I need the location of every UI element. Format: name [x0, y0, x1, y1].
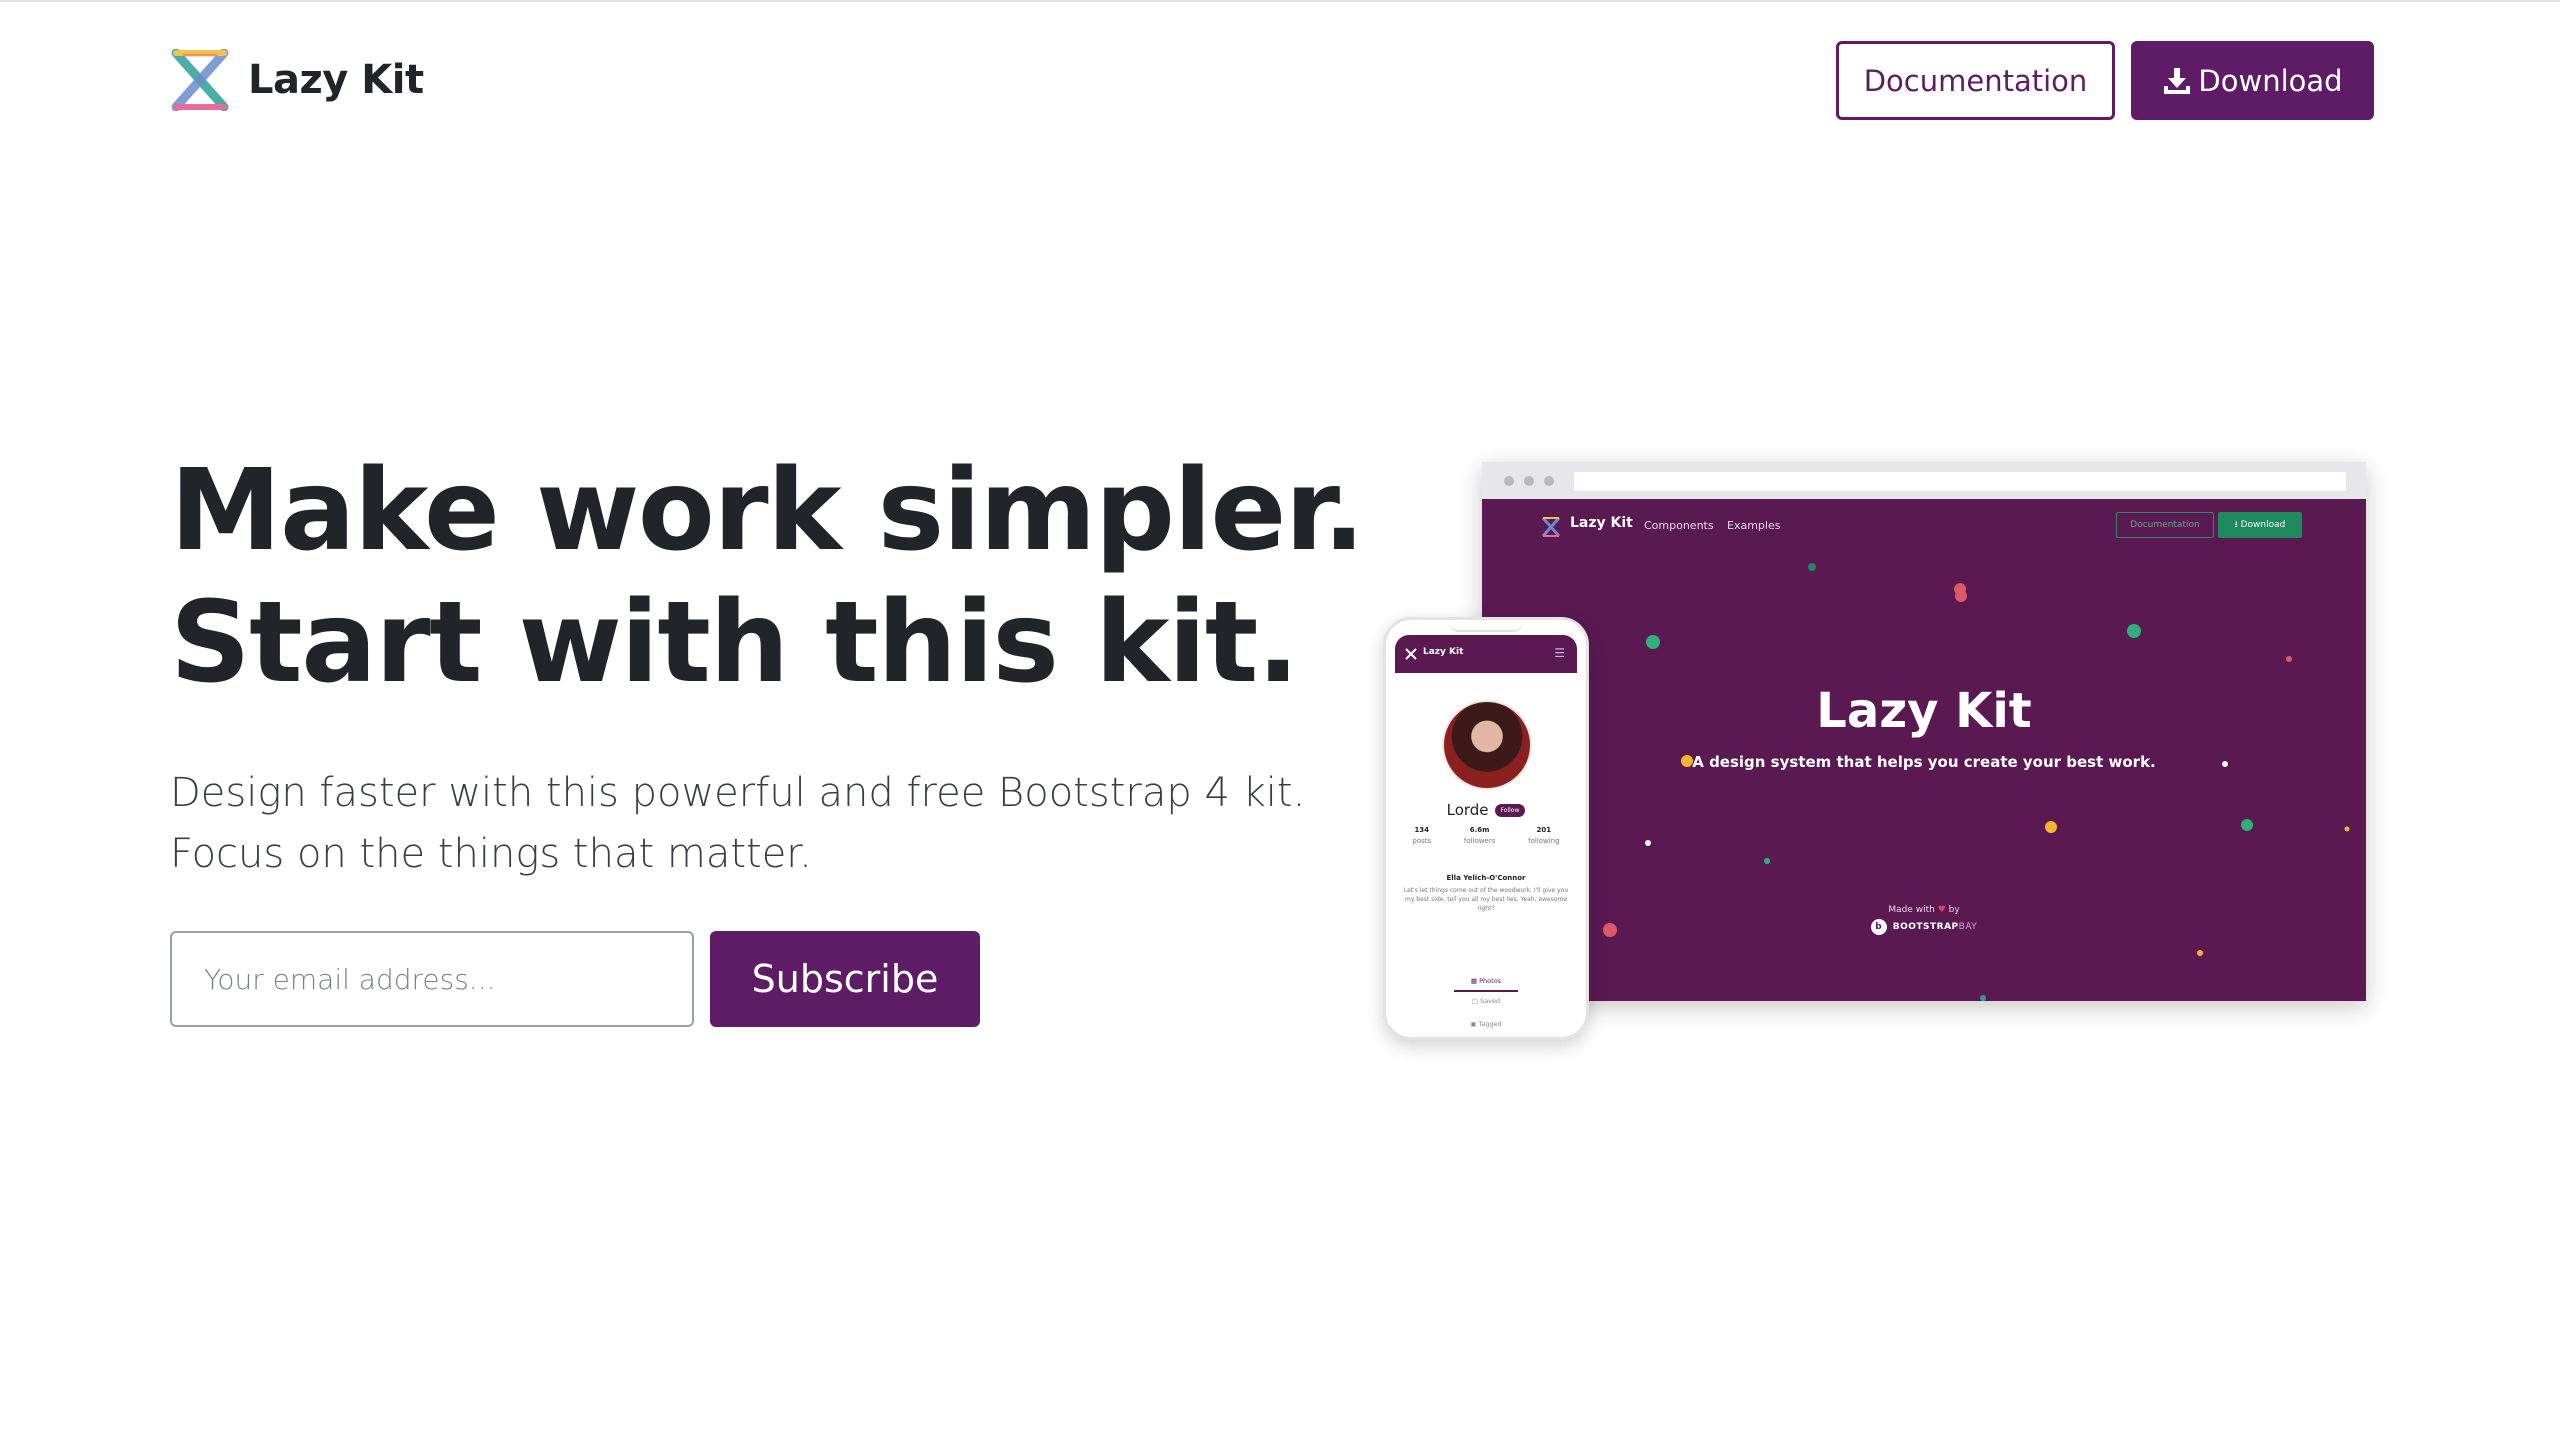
- browser-toolbar: [1482, 462, 2366, 499]
- stat-posts: 134 posts: [1412, 826, 1431, 845]
- tab-tagged-label: Tagged: [1478, 1020, 1502, 1028]
- bootstrapbay-logo: b BOOTSTRAP BAY: [1482, 919, 2366, 935]
- hero-subtitle-line-2: Focus on the things that matter.: [170, 831, 812, 877]
- stat-label: posts: [1412, 837, 1432, 845]
- download-button[interactable]: Download: [2131, 41, 2374, 120]
- window-dot: [1544, 475, 1554, 486]
- browser-preview: Lazy Kit Components Examples Documentati…: [1482, 462, 2366, 1001]
- preview-brand: Lazy Kit: [1570, 515, 1633, 531]
- phone-preview: Lazy Kit ☰ Lorde Follow 134 posts 6.6m f…: [1383, 617, 1589, 1040]
- profile-bio: Let's let things come out of the woodwor…: [1403, 887, 1569, 912]
- profile-stats: 134 posts 6.6m followers 201 following: [1396, 826, 1576, 845]
- subscribe-button[interactable]: Subscribe: [710, 931, 980, 1027]
- preview-nav-examples: Examples: [1727, 519, 1781, 532]
- preview-subtitle: A design system that helps you create yo…: [1692, 753, 2156, 771]
- heart-icon: ♥: [1937, 905, 1946, 915]
- saved-icon: □: [1471, 997, 1481, 1005]
- profile-full-name: Ella Yelich-O'Connor: [1446, 874, 1526, 882]
- hero-subtitle: Design faster with this powerful and fre…: [170, 763, 1350, 885]
- profile-name: Lorde: [1446, 801, 1489, 819]
- preview-download-button: ⭳ Download: [2218, 512, 2302, 538]
- profile-name-row: Lorde Follow: [1386, 801, 1586, 819]
- hamburger-menu-icon: ☰: [1554, 646, 1565, 660]
- phone-logo-icon: [1405, 648, 1417, 660]
- bootstrap-text: BOOTSTRAP: [1892, 922, 1959, 932]
- phone-navbar: Lazy Kit ☰: [1395, 635, 1577, 673]
- url-bar: [1574, 472, 2346, 491]
- hero-subtitle-line-1: Design faster with this powerful and fre…: [170, 770, 1306, 816]
- browser-viewport: Lazy Kit Components Examples Documentati…: [1482, 499, 2366, 1001]
- email-input[interactable]: [170, 931, 694, 1027]
- window-dot: [1524, 475, 1534, 486]
- bay-text: BAY: [1958, 922, 1978, 932]
- preview-title: Lazy Kit: [1816, 683, 2032, 739]
- bootstrapbay-b-icon: b: [1870, 919, 1887, 935]
- tab-photos: ▦ Photos: [1386, 977, 1586, 985]
- stat-value: 201: [1536, 826, 1552, 834]
- preview-documentation-button: Documentation: [2116, 512, 2214, 538]
- active-tab-indicator: [1454, 990, 1518, 992]
- stat-label: followers: [1463, 837, 1496, 845]
- preview-made-with: Made with ♥ by: [1482, 905, 2366, 915]
- download-icon: [2164, 67, 2191, 94]
- preview-nav-components: Components: [1644, 519, 1714, 532]
- stat-value: 6.6m: [1469, 826, 1490, 834]
- top-border: [0, 0, 2560, 2]
- window-dot: [1504, 475, 1514, 486]
- by-text: by: [1948, 905, 1960, 915]
- tab-tagged: ▣ Tagged: [1386, 1020, 1586, 1028]
- tab-saved: □ Saved: [1386, 997, 1586, 1005]
- preview-logo-icon: [1541, 517, 1561, 537]
- tab-saved-label: Saved: [1480, 997, 1501, 1005]
- documentation-button[interactable]: Documentation: [1836, 41, 2115, 120]
- stat-followers: 6.6m followers: [1464, 826, 1495, 845]
- tab-photos-label: Photos: [1479, 977, 1502, 985]
- lazy-kit-logo-icon: [171, 49, 229, 111]
- preview-download-label: Download: [2240, 520, 2286, 530]
- hero-title-line-1: Make work simpler.: [170, 446, 1365, 576]
- hero-title: Make work simpler. Start with this kit.: [170, 445, 1365, 709]
- hero-title-line-2: Start with this kit.: [170, 578, 1299, 708]
- brand-name: Lazy Kit: [248, 57, 424, 103]
- download-button-label: Download: [2198, 63, 2343, 98]
- photos-icon: ▦: [1470, 977, 1480, 985]
- brand[interactable]: Lazy Kit: [170, 48, 424, 112]
- stat-following: 201 following: [1528, 826, 1559, 845]
- avatar: [1442, 700, 1532, 790]
- stat-label: following: [1528, 837, 1560, 845]
- phone-notch: [1449, 620, 1523, 632]
- made-with-text: Made with: [1888, 905, 1935, 915]
- follow-button: Follow: [1494, 803, 1526, 817]
- phone-brand: Lazy Kit: [1423, 647, 1464, 657]
- stat-value: 134: [1414, 826, 1430, 834]
